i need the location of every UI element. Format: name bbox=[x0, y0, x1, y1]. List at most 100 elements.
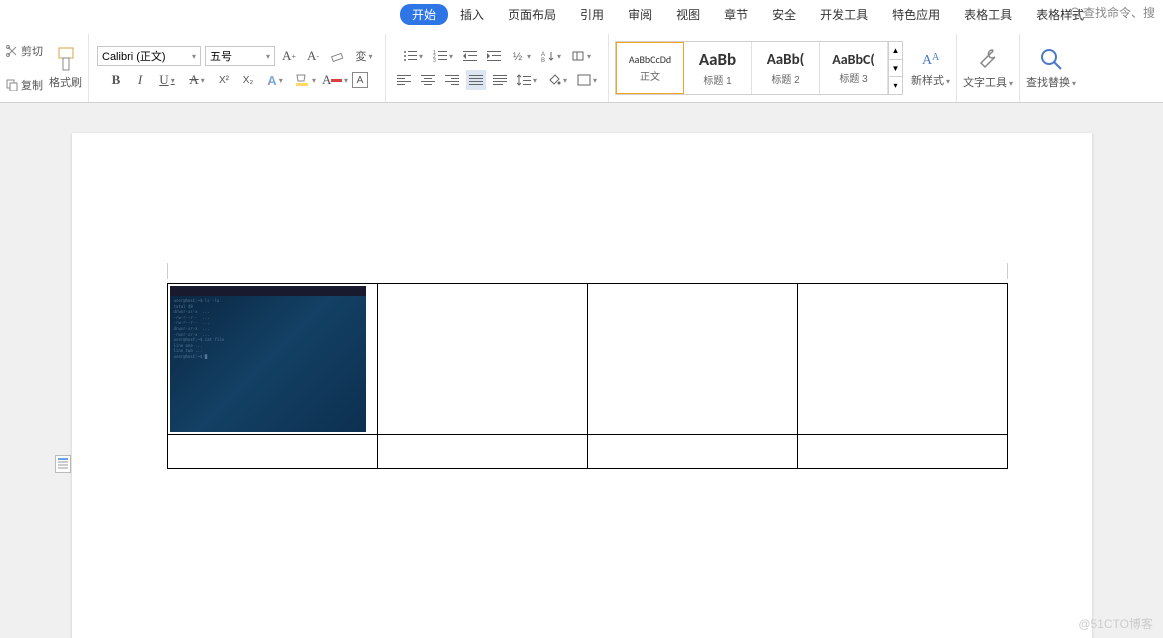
format-painter-button[interactable]: 格式刷 bbox=[49, 46, 82, 90]
sort-button[interactable]: AB▾ bbox=[538, 46, 564, 66]
cut-button[interactable]: 剪切 bbox=[6, 43, 43, 59]
decrease-font-button[interactable]: A- bbox=[303, 46, 323, 66]
search-placeholder-text: 查找命令、搜 bbox=[1083, 4, 1155, 21]
table-cell[interactable] bbox=[797, 435, 1007, 469]
highlighter-icon bbox=[294, 73, 310, 87]
tab-security[interactable]: 安全 bbox=[760, 3, 808, 26]
gallery-more-button[interactable]: ▾ bbox=[889, 76, 902, 94]
svg-text:½: ½ bbox=[513, 51, 522, 63]
align-justify-button[interactable] bbox=[466, 70, 486, 90]
tab-insert[interactable]: 插入 bbox=[448, 3, 496, 26]
document-icon bbox=[55, 455, 71, 473]
find-replace-button[interactable]: 查找替换▾ bbox=[1026, 46, 1076, 90]
line-spacing-button[interactable]: ▾ bbox=[514, 70, 540, 90]
italic-button[interactable]: I bbox=[130, 70, 150, 90]
tab-dev-tools[interactable]: 开发工具 bbox=[808, 3, 880, 26]
new-style-icon: AA bbox=[920, 48, 942, 70]
svg-text:B: B bbox=[541, 58, 545, 62]
paint-bucket-icon bbox=[547, 74, 561, 86]
bullet-list-button[interactable]: ▾ bbox=[400, 46, 426, 66]
table-cell[interactable] bbox=[377, 435, 587, 469]
style-label-text: 标题 1 bbox=[703, 72, 731, 87]
highlight-button[interactable]: ▾ bbox=[292, 70, 318, 90]
style-label-text: 标题 2 bbox=[771, 71, 799, 86]
eraser-icon bbox=[330, 49, 344, 63]
search-command[interactable]: 查找命令、搜 bbox=[1069, 4, 1155, 21]
table-cell[interactable]: user@host:~$ ls -la total 48 drwxr-xr-x … bbox=[167, 284, 377, 435]
table-cell[interactable] bbox=[587, 284, 797, 435]
subscript-button[interactable]: X₂ bbox=[238, 70, 258, 90]
text-tools-button[interactable]: 文字工具▾ bbox=[963, 46, 1013, 90]
style-item-h2[interactable]: AaBb( 标题 2 bbox=[752, 42, 820, 94]
align-distribute-button[interactable] bbox=[490, 70, 510, 90]
copy-label: 复制 bbox=[21, 77, 43, 93]
style-preview-text: AaBbC( bbox=[832, 51, 875, 68]
tab-start[interactable]: 开始 bbox=[400, 4, 448, 25]
style-label-text: 正文 bbox=[640, 68, 660, 83]
table-cell[interactable] bbox=[587, 435, 797, 469]
paintbrush-icon bbox=[55, 46, 77, 72]
style-item-h3[interactable]: AaBbC( 标题 3 bbox=[820, 42, 888, 94]
font-size-select[interactable]: 五号▾ bbox=[205, 46, 275, 66]
new-style-button[interactable]: AA 新样式▾ bbox=[911, 48, 950, 88]
table-cell[interactable] bbox=[377, 284, 587, 435]
style-gallery: AaBbCcDd 正文 AaBb 标题 1 AaBb( 标题 2 AaBbC( … bbox=[615, 41, 889, 95]
decrease-indent-button[interactable] bbox=[460, 46, 480, 66]
table-row[interactable] bbox=[167, 435, 1007, 469]
style-preview-text: AaBb bbox=[699, 49, 736, 70]
strikethrough-button[interactable]: A▾ bbox=[184, 70, 210, 90]
wrench-icon bbox=[975, 46, 1001, 72]
tab-chapter[interactable]: 章节 bbox=[712, 3, 760, 26]
borders-button[interactable]: ▾ bbox=[574, 70, 600, 90]
shading-button[interactable]: ▾ bbox=[544, 70, 570, 90]
table-cell[interactable] bbox=[797, 284, 1007, 435]
scissors-icon bbox=[6, 45, 18, 57]
embedded-screenshot[interactable]: user@host:~$ ls -la total 48 drwxr-xr-x … bbox=[170, 286, 366, 432]
text-tools-label: 文字工具 bbox=[963, 77, 1007, 89]
menu-tabs: 开始 插入 页面布局 引用 审阅 视图 章节 安全 开发工具 特色应用 表格工具… bbox=[0, 0, 1163, 28]
style-item-h1[interactable]: AaBb 标题 1 bbox=[684, 42, 752, 94]
table-cell[interactable] bbox=[167, 435, 377, 469]
superscript-button[interactable]: X² bbox=[214, 70, 234, 90]
increase-font-button[interactable]: A+ bbox=[279, 46, 299, 66]
style-label-text: 标题 3 bbox=[839, 70, 867, 85]
text-effects-button[interactable]: A▾ bbox=[262, 70, 288, 90]
phonetic-button[interactable]: 変▾ bbox=[351, 46, 377, 66]
align-center-button[interactable] bbox=[418, 70, 438, 90]
svg-text:A: A bbox=[932, 52, 940, 63]
gallery-up-button[interactable]: ▲ bbox=[889, 42, 902, 59]
svg-text:3: 3 bbox=[433, 58, 436, 62]
text-direction-button[interactable]: ½▾ bbox=[508, 46, 534, 66]
style-item-body[interactable]: AaBbCcDd 正文 bbox=[616, 42, 684, 94]
tab-references[interactable]: 引用 bbox=[568, 3, 616, 26]
tab-page-layout[interactable]: 页面布局 bbox=[496, 3, 568, 26]
copy-button[interactable]: 复制 bbox=[6, 77, 43, 93]
font-name-select[interactable]: Calibri (正文)▾ bbox=[97, 46, 201, 66]
font-color-button[interactable]: A▾ bbox=[322, 70, 348, 90]
tab-special[interactable]: 特色应用 bbox=[880, 3, 952, 26]
style-preview-text: AaBbCcDd bbox=[629, 53, 671, 66]
char-border-button[interactable]: A bbox=[352, 72, 368, 88]
number-list-button[interactable]: 123▾ bbox=[430, 46, 456, 66]
tab-view[interactable]: 视图 bbox=[664, 3, 712, 26]
document-table[interactable]: user@host:~$ ls -la total 48 drwxr-xr-x … bbox=[167, 283, 1008, 469]
style-preview-text: AaBb( bbox=[767, 51, 805, 69]
font-name-value: Calibri (正文) bbox=[102, 48, 166, 64]
bold-button[interactable]: B bbox=[106, 70, 126, 90]
magnifier-icon bbox=[1038, 46, 1064, 72]
table-row[interactable]: user@host:~$ ls -la total 48 drwxr-xr-x … bbox=[167, 284, 1007, 435]
align-left-button[interactable] bbox=[394, 70, 414, 90]
gallery-down-button[interactable]: ▼ bbox=[889, 59, 902, 77]
increase-indent-button[interactable] bbox=[484, 46, 504, 66]
search-icon bbox=[1069, 6, 1083, 20]
font-size-value: 五号 bbox=[210, 48, 232, 64]
tab-leader-button[interactable]: ▾ bbox=[568, 46, 594, 66]
new-style-label: 新样式 bbox=[911, 75, 944, 87]
copy-icon bbox=[6, 79, 18, 91]
cut-label: 剪切 bbox=[21, 43, 43, 59]
align-right-button[interactable] bbox=[442, 70, 462, 90]
tab-table-tools[interactable]: 表格工具 bbox=[952, 3, 1024, 26]
clear-format-button[interactable] bbox=[327, 46, 347, 66]
underline-button[interactable]: U▾ bbox=[154, 70, 180, 90]
tab-review[interactable]: 审阅 bbox=[616, 3, 664, 26]
